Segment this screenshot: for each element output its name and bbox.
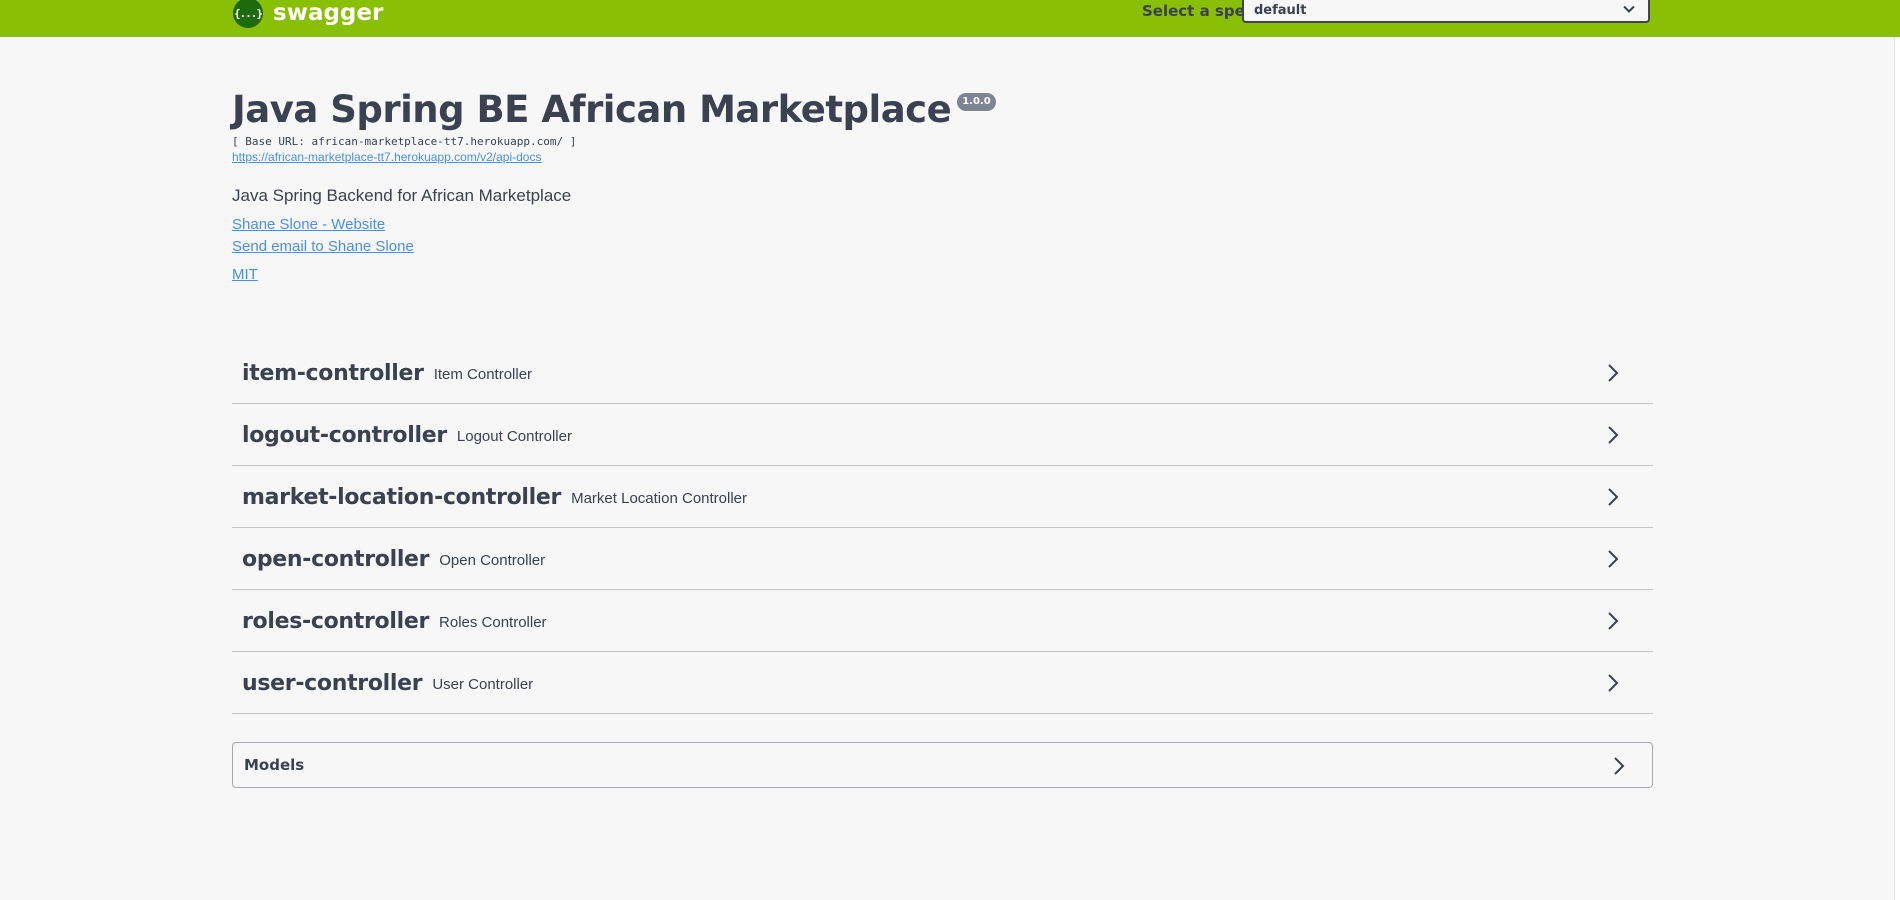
license-link[interactable]: MIT: [232, 266, 996, 283]
base-url: [ Base URL: african-marketplace-tt7.hero…: [232, 135, 577, 148]
chevron-down-icon: [1623, 5, 1635, 13]
spec-select-value: default: [1254, 2, 1307, 18]
tag-item-controller[interactable]: item-controller Item Controller: [232, 343, 1653, 404]
chevron-right-icon[interactable]: [1603, 673, 1623, 693]
tag-description: Item Controller: [433, 366, 533, 383]
tag-name: logout-controller: [242, 422, 447, 448]
topbar: {...} swagger Select a spec default: [0, 0, 1900, 37]
tag-description: Logout Controller: [456, 428, 572, 445]
tag-open-controller[interactable]: open-controller Open Controller: [232, 529, 1653, 590]
swagger-brand[interactable]: {...} swagger: [233, 0, 383, 29]
spec-select-dropdown[interactable]: default: [1242, 0, 1650, 23]
tag-name: roles-controller: [242, 608, 430, 634]
tag-description: Roles Controller: [439, 614, 547, 631]
tag-name: item-controller: [242, 360, 424, 386]
tag-logout-controller[interactable]: logout-controller Logout Controller: [232, 405, 1653, 466]
contact-email-link[interactable]: Send email to Shane Slone: [232, 238, 996, 255]
tag-roles-controller[interactable]: roles-controller Roles Controller: [232, 591, 1653, 652]
chevron-right-icon[interactable]: [1603, 549, 1623, 569]
tag-name: market-location-controller: [242, 484, 562, 510]
chevron-right-icon[interactable]: [1603, 363, 1623, 383]
tag-user-controller[interactable]: user-controller User Controller: [232, 653, 1653, 714]
contact-website-link[interactable]: Shane Slone - Website: [232, 216, 996, 233]
title-row: Java Spring BE African Marketplace 1.0.0: [232, 86, 996, 134]
api-docs-link[interactable]: https://african-marketplace-tt7.herokuap…: [232, 150, 541, 164]
scrollbar[interactable]: [1894, 37, 1900, 900]
tag-market-location-controller[interactable]: market-location-controller Market Locati…: [232, 467, 1653, 528]
tag-name: open-controller: [242, 546, 430, 572]
tag-name: user-controller: [242, 670, 423, 696]
tag-description: Market Location Controller: [571, 490, 748, 507]
version-badge: 1.0.0: [957, 93, 996, 111]
spec-select-label: Select a spec: [1142, 2, 1254, 20]
page-title: Java Spring BE African Marketplace: [232, 88, 952, 131]
tag-list: item-controller Item Controller logout-c…: [232, 343, 1653, 715]
tag-description: Open Controller: [439, 552, 546, 569]
chevron-right-icon[interactable]: [1603, 487, 1623, 507]
chevron-right-icon[interactable]: [1603, 425, 1623, 445]
swagger-logo-icon: {...}: [233, 0, 263, 28]
api-info: Java Spring BE African Marketplace 1.0.0…: [232, 86, 996, 283]
brand-text: swagger: [273, 0, 384, 26]
models-title: Models: [244, 756, 305, 774]
tag-description: User Controller: [432, 676, 534, 693]
models-section[interactable]: Models: [232, 742, 1653, 788]
api-description: Java Spring Backend for African Marketpl…: [232, 186, 572, 205]
chevron-right-icon[interactable]: [1603, 611, 1623, 631]
chevron-right-icon[interactable]: [1609, 756, 1629, 776]
